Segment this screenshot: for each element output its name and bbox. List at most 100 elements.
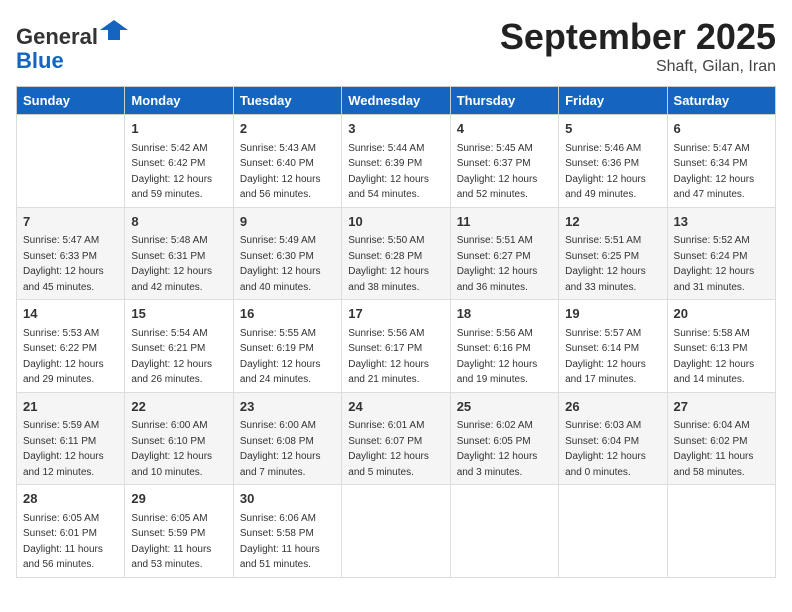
day-info: Sunrise: 5:54 AMSunset: 6:21 PMDaylight:… (131, 326, 226, 388)
day-info: Sunrise: 5:44 AMSunset: 6:39 PMDaylight:… (348, 141, 443, 203)
day-info: Sunrise: 5:51 AMSunset: 6:27 PMDaylight:… (457, 233, 552, 295)
day-info: Sunrise: 5:58 AMSunset: 6:13 PMDaylight:… (674, 326, 769, 388)
day-info: Sunrise: 5:55 AMSunset: 6:19 PMDaylight:… (240, 326, 335, 388)
col-header-wednesday: Wednesday (342, 87, 450, 115)
day-number: 7 (23, 212, 118, 232)
day-number: 2 (240, 119, 335, 139)
calendar-cell: 21Sunrise: 5:59 AMSunset: 6:11 PMDayligh… (17, 392, 125, 485)
calendar-cell: 20Sunrise: 5:58 AMSunset: 6:13 PMDayligh… (667, 300, 775, 393)
day-info: Sunrise: 5:56 AMSunset: 6:16 PMDaylight:… (457, 326, 552, 388)
calendar-week-row: 14Sunrise: 5:53 AMSunset: 6:22 PMDayligh… (17, 300, 776, 393)
day-info: Sunrise: 6:03 AMSunset: 6:04 PMDaylight:… (565, 418, 660, 480)
calendar-cell: 14Sunrise: 5:53 AMSunset: 6:22 PMDayligh… (17, 300, 125, 393)
col-header-tuesday: Tuesday (233, 87, 341, 115)
month-title: September 2025 (500, 16, 776, 58)
calendar-table: SundayMondayTuesdayWednesdayThursdayFrid… (16, 86, 776, 578)
day-number: 14 (23, 304, 118, 324)
calendar-cell: 26Sunrise: 6:03 AMSunset: 6:04 PMDayligh… (559, 392, 667, 485)
day-number: 30 (240, 489, 335, 509)
day-number: 27 (674, 397, 769, 417)
day-info: Sunrise: 5:53 AMSunset: 6:22 PMDaylight:… (23, 326, 118, 388)
day-info: Sunrise: 5:52 AMSunset: 6:24 PMDaylight:… (674, 233, 769, 295)
day-number: 28 (23, 489, 118, 509)
location: Shaft, Gilan, Iran (500, 58, 776, 76)
day-number: 29 (131, 489, 226, 509)
day-info: Sunrise: 6:02 AMSunset: 6:05 PMDaylight:… (457, 418, 552, 480)
day-number: 26 (565, 397, 660, 417)
calendar-cell: 3Sunrise: 5:44 AMSunset: 6:39 PMDaylight… (342, 115, 450, 208)
calendar-cell: 19Sunrise: 5:57 AMSunset: 6:14 PMDayligh… (559, 300, 667, 393)
logo-blue: Blue (16, 48, 64, 73)
day-number: 23 (240, 397, 335, 417)
day-number: 10 (348, 212, 443, 232)
day-number: 25 (457, 397, 552, 417)
col-header-monday: Monday (125, 87, 233, 115)
calendar-week-row: 28Sunrise: 6:05 AMSunset: 6:01 PMDayligh… (17, 485, 776, 578)
logo-bird-icon (100, 16, 128, 44)
calendar-cell: 1Sunrise: 5:42 AMSunset: 6:42 PMDaylight… (125, 115, 233, 208)
calendar-cell: 4Sunrise: 5:45 AMSunset: 6:37 PMDaylight… (450, 115, 558, 208)
calendar-cell: 29Sunrise: 6:05 AMSunset: 5:59 PMDayligh… (125, 485, 233, 578)
day-info: Sunrise: 5:42 AMSunset: 6:42 PMDaylight:… (131, 141, 226, 203)
calendar-cell: 6Sunrise: 5:47 AMSunset: 6:34 PMDaylight… (667, 115, 775, 208)
day-info: Sunrise: 6:06 AMSunset: 5:58 PMDaylight:… (240, 511, 335, 573)
calendar-cell: 9Sunrise: 5:49 AMSunset: 6:30 PMDaylight… (233, 207, 341, 300)
day-info: Sunrise: 6:01 AMSunset: 6:07 PMDaylight:… (348, 418, 443, 480)
calendar-week-row: 21Sunrise: 5:59 AMSunset: 6:11 PMDayligh… (17, 392, 776, 485)
day-number: 22 (131, 397, 226, 417)
day-info: Sunrise: 5:47 AMSunset: 6:34 PMDaylight:… (674, 141, 769, 203)
day-info: Sunrise: 5:48 AMSunset: 6:31 PMDaylight:… (131, 233, 226, 295)
col-header-saturday: Saturday (667, 87, 775, 115)
day-number: 15 (131, 304, 226, 324)
calendar-cell: 18Sunrise: 5:56 AMSunset: 6:16 PMDayligh… (450, 300, 558, 393)
calendar-cell: 5Sunrise: 5:46 AMSunset: 6:36 PMDaylight… (559, 115, 667, 208)
day-info: Sunrise: 5:56 AMSunset: 6:17 PMDaylight:… (348, 326, 443, 388)
calendar-cell: 23Sunrise: 6:00 AMSunset: 6:08 PMDayligh… (233, 392, 341, 485)
calendar-cell: 22Sunrise: 6:00 AMSunset: 6:10 PMDayligh… (125, 392, 233, 485)
calendar-cell (559, 485, 667, 578)
day-info: Sunrise: 6:04 AMSunset: 6:02 PMDaylight:… (674, 418, 769, 480)
day-number: 8 (131, 212, 226, 232)
day-number: 6 (674, 119, 769, 139)
day-info: Sunrise: 5:43 AMSunset: 6:40 PMDaylight:… (240, 141, 335, 203)
day-info: Sunrise: 5:51 AMSunset: 6:25 PMDaylight:… (565, 233, 660, 295)
calendar-cell: 24Sunrise: 6:01 AMSunset: 6:07 PMDayligh… (342, 392, 450, 485)
calendar-cell: 30Sunrise: 6:06 AMSunset: 5:58 PMDayligh… (233, 485, 341, 578)
calendar-cell: 7Sunrise: 5:47 AMSunset: 6:33 PMDaylight… (17, 207, 125, 300)
calendar-header-row: SundayMondayTuesdayWednesdayThursdayFrid… (17, 87, 776, 115)
calendar-cell: 10Sunrise: 5:50 AMSunset: 6:28 PMDayligh… (342, 207, 450, 300)
calendar-cell: 17Sunrise: 5:56 AMSunset: 6:17 PMDayligh… (342, 300, 450, 393)
calendar-cell: 11Sunrise: 5:51 AMSunset: 6:27 PMDayligh… (450, 207, 558, 300)
day-info: Sunrise: 5:50 AMSunset: 6:28 PMDaylight:… (348, 233, 443, 295)
day-number: 20 (674, 304, 769, 324)
day-number: 12 (565, 212, 660, 232)
day-number: 4 (457, 119, 552, 139)
day-info: Sunrise: 5:49 AMSunset: 6:30 PMDaylight:… (240, 233, 335, 295)
day-number: 19 (565, 304, 660, 324)
calendar-cell: 13Sunrise: 5:52 AMSunset: 6:24 PMDayligh… (667, 207, 775, 300)
day-info: Sunrise: 5:47 AMSunset: 6:33 PMDaylight:… (23, 233, 118, 295)
calendar-week-row: 1Sunrise: 5:42 AMSunset: 6:42 PMDaylight… (17, 115, 776, 208)
day-number: 18 (457, 304, 552, 324)
day-number: 3 (348, 119, 443, 139)
calendar-week-row: 7Sunrise: 5:47 AMSunset: 6:33 PMDaylight… (17, 207, 776, 300)
day-number: 13 (674, 212, 769, 232)
calendar-cell (450, 485, 558, 578)
day-number: 17 (348, 304, 443, 324)
calendar-cell (667, 485, 775, 578)
calendar-cell: 8Sunrise: 5:48 AMSunset: 6:31 PMDaylight… (125, 207, 233, 300)
day-number: 11 (457, 212, 552, 232)
day-info: Sunrise: 6:05 AMSunset: 6:01 PMDaylight:… (23, 511, 118, 573)
day-info: Sunrise: 5:46 AMSunset: 6:36 PMDaylight:… (565, 141, 660, 203)
calendar-cell: 28Sunrise: 6:05 AMSunset: 6:01 PMDayligh… (17, 485, 125, 578)
day-number: 1 (131, 119, 226, 139)
title-block: September 2025 Shaft, Gilan, Iran (500, 16, 776, 76)
logo: General Blue (16, 16, 128, 73)
calendar-cell: 2Sunrise: 5:43 AMSunset: 6:40 PMDaylight… (233, 115, 341, 208)
calendar-cell: 27Sunrise: 6:04 AMSunset: 6:02 PMDayligh… (667, 392, 775, 485)
day-info: Sunrise: 5:59 AMSunset: 6:11 PMDaylight:… (23, 418, 118, 480)
day-number: 16 (240, 304, 335, 324)
calendar-cell: 15Sunrise: 5:54 AMSunset: 6:21 PMDayligh… (125, 300, 233, 393)
day-info: Sunrise: 6:05 AMSunset: 5:59 PMDaylight:… (131, 511, 226, 573)
calendar-cell: 12Sunrise: 5:51 AMSunset: 6:25 PMDayligh… (559, 207, 667, 300)
